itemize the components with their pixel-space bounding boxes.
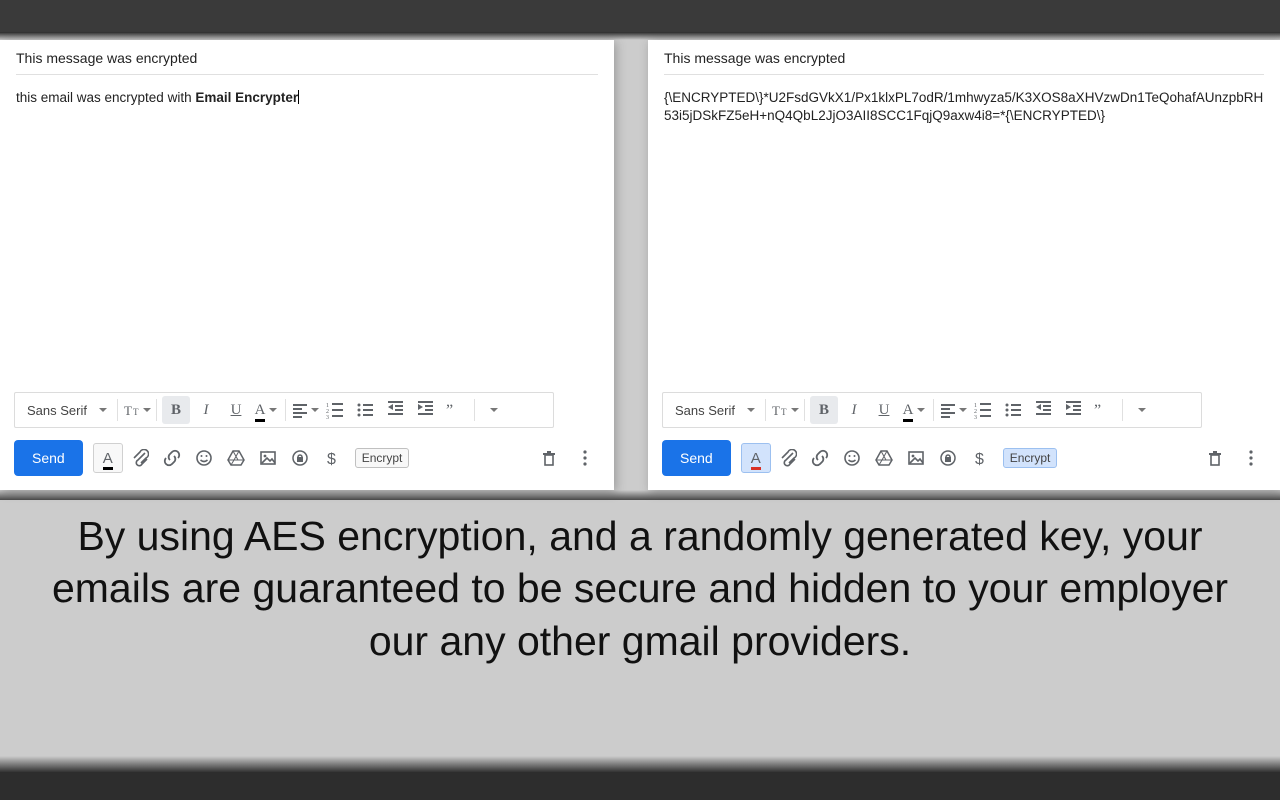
- bold-button[interactable]: B: [162, 396, 190, 424]
- caret-down-icon: [490, 408, 498, 412]
- attach-file-button[interactable]: [125, 443, 155, 473]
- insert-drive-button[interactable]: [221, 443, 251, 473]
- outdent-button[interactable]: [1029, 396, 1057, 424]
- italic-button[interactable]: I: [192, 396, 220, 424]
- formatting-toolbar: Sans Serif B I U A: [14, 392, 554, 428]
- indent-button[interactable]: [411, 396, 439, 424]
- discard-draft-button[interactable]: [1200, 443, 1230, 473]
- insert-emoji-button[interactable]: [189, 443, 219, 473]
- encrypt-button[interactable]: Encrypt: [355, 448, 410, 468]
- insert-drive-button[interactable]: [869, 443, 899, 473]
- more-options-button[interactable]: [1236, 443, 1266, 473]
- caret-down-icon: [1138, 408, 1146, 412]
- caret-down-icon: [269, 408, 277, 412]
- bottom-bar: [0, 772, 1280, 800]
- confidential-mode-button[interactable]: [285, 443, 315, 473]
- indent-button[interactable]: [1059, 396, 1087, 424]
- quote-button[interactable]: [1089, 396, 1117, 424]
- insert-money-button[interactable]: [965, 443, 995, 473]
- action-icons: A Encrypt: [93, 443, 410, 473]
- unordered-list-button[interactable]: [999, 396, 1027, 424]
- subject-line[interactable]: This message was encrypted: [16, 40, 598, 75]
- subject-line[interactable]: This message was encrypted: [664, 40, 1264, 75]
- font-size-button[interactable]: [123, 396, 151, 424]
- caret-down-icon: [959, 408, 967, 412]
- compose-pane-left: This message was encrypted this email wa…: [0, 40, 614, 490]
- quote-button[interactable]: [441, 396, 469, 424]
- text-color-button[interactable]: A: [252, 396, 280, 424]
- body-text-bold: Email Encrypter: [195, 90, 298, 105]
- underline-button[interactable]: U: [870, 396, 898, 424]
- marketing-text-block: By using AES encryption, and a randomly …: [0, 500, 1280, 667]
- caret-down-icon: [311, 408, 319, 412]
- insert-photo-button[interactable]: [901, 443, 931, 473]
- align-button[interactable]: [291, 396, 319, 424]
- action-icons: A Encrypt: [741, 443, 1058, 473]
- encrypt-button[interactable]: Encrypt: [1003, 448, 1058, 468]
- font-size-button[interactable]: [771, 396, 799, 424]
- more-options-button[interactable]: [570, 443, 600, 473]
- text-color-button[interactable]: A: [900, 396, 928, 424]
- formatting-toggle-button[interactable]: A: [741, 443, 771, 473]
- italic-button[interactable]: I: [840, 396, 868, 424]
- compose-pane-right: This message was encrypted {\ENCRYPTED\}…: [648, 40, 1280, 490]
- send-button[interactable]: Send: [662, 440, 731, 476]
- caret-down-icon: [747, 408, 755, 412]
- underline-button[interactable]: U: [222, 396, 250, 424]
- insert-money-button[interactable]: [317, 443, 347, 473]
- attach-file-button[interactable]: [773, 443, 803, 473]
- font-family-label: Sans Serif: [27, 403, 87, 418]
- insert-link-button[interactable]: [805, 443, 835, 473]
- confidential-mode-button[interactable]: [933, 443, 963, 473]
- ordered-list-button[interactable]: [969, 396, 997, 424]
- insert-emoji-button[interactable]: [837, 443, 867, 473]
- separator: [804, 399, 805, 421]
- message-body[interactable]: this email was encrypted with Email Encr…: [0, 75, 614, 107]
- separator: [765, 399, 766, 421]
- mid-shadow: [0, 490, 1280, 500]
- outdent-button[interactable]: [381, 396, 409, 424]
- compose-action-bar: Send A Encrypt: [662, 440, 1266, 476]
- message-body[interactable]: {\ENCRYPTED\}*U2FsdGVkX1/Px1klxPL7odR/1m…: [648, 75, 1280, 125]
- caret-down-icon: [917, 408, 925, 412]
- ordered-list-button[interactable]: [321, 396, 349, 424]
- caret-down-icon: [99, 408, 107, 412]
- separator: [933, 399, 934, 421]
- caret-down-icon: [791, 408, 799, 412]
- insert-photo-button[interactable]: [253, 443, 283, 473]
- more-formatting-button[interactable]: [480, 396, 508, 424]
- top-shadow: [0, 32, 1280, 40]
- compose-stage: This message was encrypted this email wa…: [0, 40, 1280, 490]
- compose-action-bar: Send A Encrypt: [14, 440, 600, 476]
- font-family-label: Sans Serif: [675, 403, 735, 418]
- window-top-bar: [0, 0, 1280, 32]
- formatting-toggle-button[interactable]: A: [93, 443, 123, 473]
- unordered-list-button[interactable]: [351, 396, 379, 424]
- formatting-toolbar: Sans Serif B I U A: [662, 392, 1202, 428]
- bold-button[interactable]: B: [810, 396, 838, 424]
- discard-draft-button[interactable]: [534, 443, 564, 473]
- caret-down-icon: [143, 408, 151, 412]
- separator: [285, 399, 286, 421]
- marketing-text: By using AES encryption, and a randomly …: [30, 510, 1250, 667]
- separator: [156, 399, 157, 421]
- bottom-shadow: [0, 756, 1280, 772]
- separator: [117, 399, 118, 421]
- body-text-prefix: this email was encrypted with: [16, 90, 195, 105]
- font-family-select[interactable]: Sans Serif: [19, 403, 113, 418]
- separator: [474, 399, 475, 421]
- align-button[interactable]: [939, 396, 967, 424]
- text-cursor: [298, 90, 299, 104]
- send-button[interactable]: Send: [14, 440, 83, 476]
- font-family-select[interactable]: Sans Serif: [667, 403, 761, 418]
- insert-link-button[interactable]: [157, 443, 187, 473]
- more-formatting-button[interactable]: [1128, 396, 1156, 424]
- separator: [1122, 399, 1123, 421]
